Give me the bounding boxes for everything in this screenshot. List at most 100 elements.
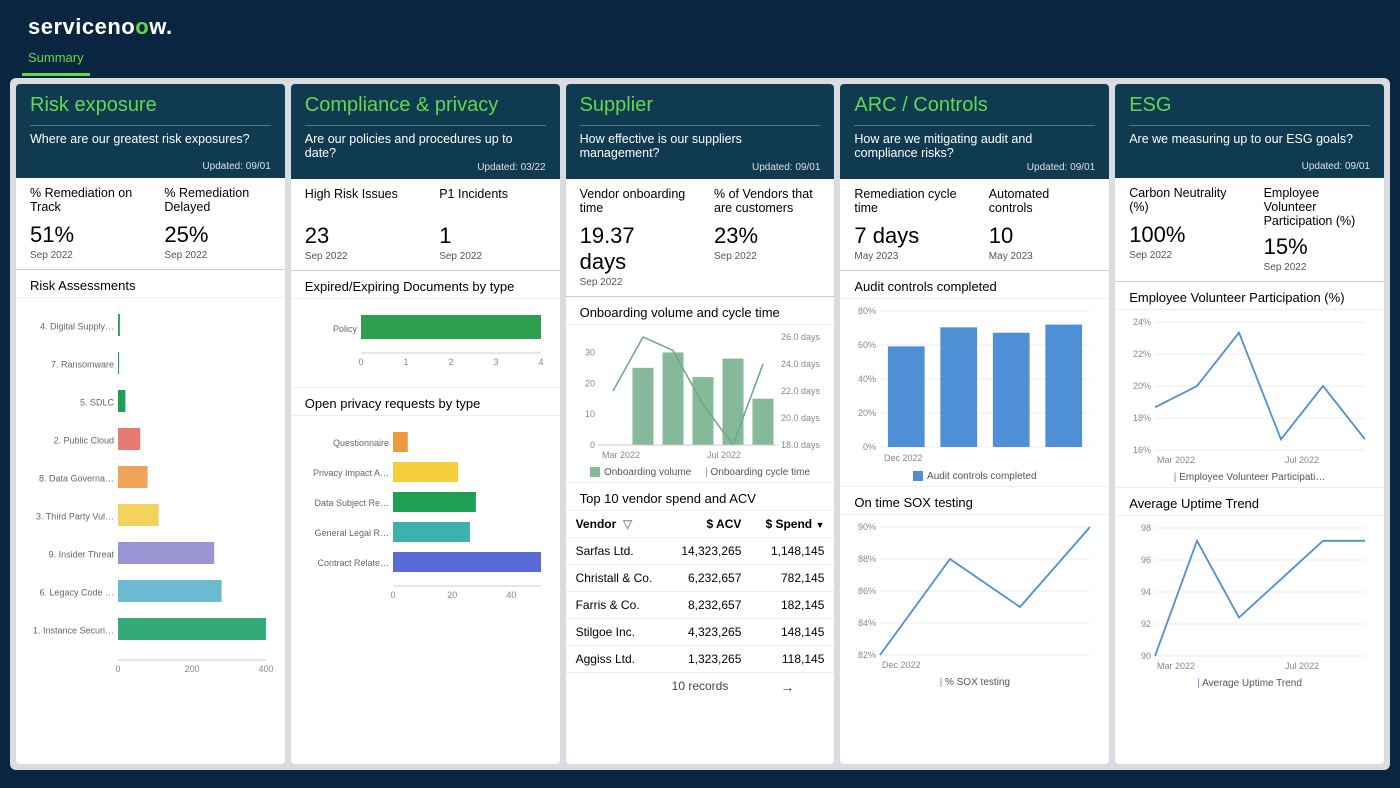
metric-label: Employee Volunteer Participation (%) [1264,186,1370,228]
cell-acv: 1,323,265 [667,646,751,673]
panel-title: Supplier [580,94,821,117]
metric-carbon-neutrality[interactable]: Carbon Neutrality (%) 100% Sep 2022 [1115,178,1249,281]
panel-arc-controls: ARC / Controls How are we mitigating aud… [840,84,1109,764]
chart-expired-docs[interactable]: Policy01234 [291,299,560,387]
svg-text:20%: 20% [858,408,876,418]
legend-sox: | % SOX testing [840,673,1109,692]
legend-label: Audit controls completed [927,471,1037,482]
svg-text:24.0 days: 24.0 days [781,359,821,369]
metric-value: 1 [439,223,545,249]
metric-label: % Remediation on Track [30,186,136,216]
table-row[interactable]: Farris & Co.8,232,657182,145 [566,592,835,619]
metric-value: 19.37 days [580,223,686,275]
legend-label: Onboarding cycle time [711,467,811,478]
metric-value: 15% [1264,234,1370,260]
svg-text:24%: 24% [1133,317,1151,327]
svg-text:Jul 2022: Jul 2022 [1285,455,1319,465]
chart-evp[interactable]: 16%18%20%22%24%Mar 2022Jul 2022 [1115,310,1384,468]
svg-text:20.0 days: 20.0 days [781,413,821,423]
metric-remediation-delayed[interactable]: % Remediation Delayed 25% Sep 2022 [150,178,284,269]
legend-label: Onboarding volume [604,467,691,478]
filter-icon[interactable]: ▽ [623,517,632,531]
legend-line-icon: | [705,467,708,478]
svg-text:9. Insider Threat: 9. Insider Threat [49,549,115,559]
legend-label: % SOX testing [945,677,1010,688]
metrics-row: Remediation cycle time 7 days May 2023 A… [840,179,1109,271]
cell-acv: 14,323,265 [667,538,751,565]
metric-remediation-cycle[interactable]: Remediation cycle time 7 days May 2023 [840,179,974,270]
tab-summary[interactable]: Summary [22,44,90,76]
metric-high-risk-issues[interactable]: High Risk Issues 23 Sep 2022 [291,179,425,270]
metric-onboarding-time[interactable]: Vendor onboarding time 19.37 days Sep 20… [566,179,700,296]
table-row[interactable]: Stilgoe Inc.4,323,265148,145 [566,619,835,646]
svg-text:94: 94 [1141,587,1151,597]
metrics-row: % Remediation on Track 51% Sep 2022 % Re… [16,178,285,270]
metric-value: 23% [714,223,820,249]
tab-bar: Summary [0,44,1400,76]
cell-spend: 148,145 [751,619,834,646]
svg-text:16%: 16% [1133,445,1151,455]
metrics-row: High Risk Issues 23 Sep 2022 P1 Incident… [291,179,560,271]
metric-value: 7 days [854,223,960,249]
svg-text:3: 3 [493,357,498,367]
table-vendor-spend: Vendor ▽ $ ACV $ Spend ▼ Sarfas Ltd.14,3… [566,511,835,673]
sort-desc-icon[interactable]: ▼ [815,520,824,530]
metric-date: May 2023 [989,251,1095,262]
table-row[interactable]: Sarfas Ltd.14,323,2651,148,145 [566,538,835,565]
metric-value: 23 [305,223,411,249]
svg-text:Jul 2022: Jul 2022 [1285,661,1319,671]
section-privacy-requests: Open privacy requests by type [291,387,560,416]
legend-evp: | Employee Volunteer Participati… [1115,468,1384,487]
cell-vendor: Sarfas Ltd. [566,538,668,565]
panel-title: Compliance & privacy [305,94,546,117]
legend-onboarding: Onboarding volume | Onboarding cycle tim… [566,463,835,482]
chart-risk-assessments[interactable]: 4. Digital Supply…7. Ransomware5. SDLC2.… [16,298,285,676]
panel-compliance-privacy: Compliance & privacy Are our policies an… [291,84,560,764]
metric-label: Vendor onboarding time [580,187,686,217]
chart-onboarding[interactable]: 010203018.0 days20.0 days22.0 days24.0 d… [566,325,835,463]
metric-p1-incidents[interactable]: P1 Incidents 1 Sep 2022 [425,179,559,270]
svg-text:Mar 2022: Mar 2022 [1157,661,1195,671]
record-count: 10 records [672,679,729,693]
metric-vendors-customers[interactable]: % of Vendors that are customers 23% Sep … [700,179,834,296]
col-spend[interactable]: $ Spend ▼ [751,511,834,538]
table-footer: 10 records → [566,673,835,699]
metric-value: 25% [164,222,270,248]
svg-text:Jul 2022: Jul 2022 [707,450,741,460]
svg-text:82%: 82% [858,650,876,660]
panel-header: ARC / Controls How are we mitigating aud… [840,84,1109,179]
svg-text:4. Digital Supply…: 4. Digital Supply… [40,321,114,331]
metric-remediation-on-track[interactable]: % Remediation on Track 51% Sep 2022 [16,178,150,269]
svg-text:General Legal R…: General Legal R… [314,528,389,538]
metric-automated-controls[interactable]: Automated controls 10 May 2023 [975,179,1109,270]
svg-text:Mar 2022: Mar 2022 [1157,455,1195,465]
metric-volunteer-participation[interactable]: Employee Volunteer Participation (%) 15%… [1250,178,1384,281]
next-page-icon[interactable]: → [780,679,794,695]
table-row[interactable]: Christall & Co.6,232,657782,145 [566,565,835,592]
panel-updated: Updated: 03/22 [305,162,546,173]
svg-text:20%: 20% [1133,381,1151,391]
legend-line-icon: | [1174,472,1177,483]
panel-updated: Updated: 09/01 [1129,161,1370,172]
brand-accent-o: o [135,14,149,39]
table-row[interactable]: Aggiss Ltd.1,323,265118,145 [566,646,835,673]
panel-risk-exposure: Risk exposure Where are our greatest ris… [16,84,285,764]
chart-sox-testing[interactable]: 82%84%86%88%90%Dec 2022 [840,515,1109,673]
panel-title: ESG [1129,94,1370,117]
svg-text:Contract Relate…: Contract Relate… [317,558,389,568]
svg-text:98: 98 [1141,523,1151,533]
svg-text:0: 0 [358,357,363,367]
cell-spend: 782,145 [751,565,834,592]
cell-spend: 118,145 [751,646,834,673]
svg-text:30: 30 [585,347,595,357]
metric-label: P1 Incidents [439,187,545,217]
svg-text:0: 0 [115,664,120,674]
svg-text:90%: 90% [858,522,876,532]
col-acv[interactable]: $ ACV [667,511,751,538]
chart-privacy-requests[interactable]: QuestionnairePrivacy Impact A…Data Subje… [291,416,560,614]
col-vendor[interactable]: Vendor ▽ [566,511,668,538]
svg-text:18%: 18% [1133,413,1151,423]
chart-audit-controls[interactable]: 0%20%40%60%80%Dec 2022 [840,299,1109,467]
chart-uptime[interactable]: 9092949698Mar 2022Jul 2022 [1115,516,1384,674]
metrics-row: Vendor onboarding time 19.37 days Sep 20… [566,179,835,297]
